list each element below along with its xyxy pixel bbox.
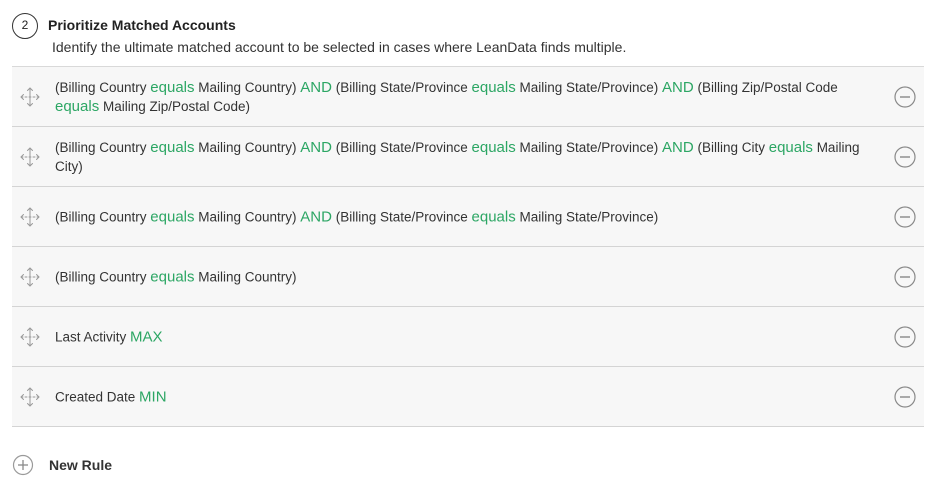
remove-rule-button[interactable] <box>894 145 916 168</box>
rule-field-text: Mailing Zip/Postal Code) <box>99 98 251 114</box>
rule-operator: equals <box>768 138 813 156</box>
rule-condition-text: (Billing Country equals Mailing Country) <box>55 267 875 286</box>
rule-row: (Billing Country equals Mailing Country)… <box>12 187 924 247</box>
remove-rule-button[interactable] <box>894 265 916 288</box>
section-header: 2 Prioritize Matched Accounts Identify t… <box>12 12 922 58</box>
minus-circle-icon <box>894 85 916 112</box>
minus-circle-icon <box>894 145 916 172</box>
plus-circle-icon <box>12 454 34 476</box>
rule-field-text: (Billing Country <box>55 209 151 224</box>
rules-list: (Billing Country equals Mailing Country)… <box>12 66 924 427</box>
rule-field-text: (Billing Country <box>55 269 151 284</box>
rule-operator: AND <box>300 138 332 156</box>
rule-field-text: Mailing Country) <box>194 79 301 95</box>
rule-row: Created Date MIN <box>12 367 924 427</box>
rule-field-text: Mailing Country) <box>194 139 301 155</box>
rule-operator: equals <box>150 78 195 96</box>
rule-field-text: (Billing State/Province <box>331 79 472 95</box>
rule-field-text: (Billing State/Province <box>331 209 472 224</box>
new-rule-label: New Rule <box>49 457 113 473</box>
rule-operator: equals <box>471 78 516 96</box>
move-arrows-icon[interactable] <box>18 205 42 229</box>
rule-operator: equals <box>150 138 195 156</box>
rule-field-text: Created Date <box>55 389 140 404</box>
new-rule-button[interactable]: New Rule <box>12 454 152 476</box>
move-arrows-icon[interactable] <box>18 145 42 169</box>
rule-condition-text: (Billing Country equals Mailing Country)… <box>55 207 875 226</box>
rule-row: (Billing Country equals Mailing Country) <box>12 247 924 307</box>
minus-circle-icon <box>894 385 916 412</box>
move-arrows-icon[interactable] <box>18 85 42 109</box>
move-arrows-icon[interactable] <box>18 385 42 409</box>
rule-field-text: Last Activity <box>55 329 131 344</box>
rule-field-text: (Billing Zip/Postal Code <box>693 79 838 95</box>
rule-operator: AND <box>662 78 694 96</box>
move-arrows-icon[interactable] <box>18 265 42 289</box>
rule-operator: MIN <box>139 388 167 405</box>
minus-circle-icon <box>894 265 916 292</box>
rule-row: (Billing Country equals Mailing Country)… <box>12 67 924 127</box>
rule-field-text: Mailing State/Province) <box>515 209 659 224</box>
step-number-badge: 2 <box>12 13 38 39</box>
rule-operator: equals <box>150 208 195 225</box>
rule-field-text: Mailing Country) <box>194 269 297 284</box>
rule-row: Last Activity MAX <box>12 307 924 367</box>
section-title: Prioritize Matched Accounts <box>48 17 236 33</box>
rule-field-text: Mailing State/Province) <box>515 79 663 95</box>
rule-field-text: (Billing State/Province <box>331 139 472 155</box>
rule-operator: MAX <box>130 328 163 345</box>
rule-operator: AND <box>300 208 332 225</box>
minus-circle-icon <box>894 205 916 232</box>
rule-field-text: (Billing City <box>693 139 769 155</box>
rule-operator: equals <box>471 138 516 156</box>
rule-operator: equals <box>55 97 100 115</box>
rule-condition-text: Created Date MIN <box>55 387 875 406</box>
section-subtitle: Identify the ultimate matched account to… <box>52 39 627 55</box>
rule-operator: AND <box>300 78 332 96</box>
remove-rule-button[interactable] <box>894 205 916 228</box>
remove-rule-button[interactable] <box>894 385 916 408</box>
rule-field-text: (Billing Country <box>55 79 151 95</box>
rule-condition-text: (Billing Country equals Mailing Country)… <box>55 78 875 116</box>
rule-field-text: Mailing Country) <box>194 209 301 224</box>
move-arrows-icon[interactable] <box>18 325 42 349</box>
rule-operator: equals <box>150 268 195 285</box>
rule-field-text: (Billing Country <box>55 139 151 155</box>
rule-operator: AND <box>662 138 694 156</box>
rule-operator: equals <box>471 208 516 225</box>
rule-condition-text: Last Activity MAX <box>55 327 875 346</box>
remove-rule-button[interactable] <box>894 325 916 348</box>
rule-field-text: Mailing State/Province) <box>515 139 663 155</box>
rule-condition-text: (Billing Country equals Mailing Country)… <box>55 138 875 176</box>
rule-row: (Billing Country equals Mailing Country)… <box>12 127 924 187</box>
minus-circle-icon <box>894 325 916 352</box>
remove-rule-button[interactable] <box>894 85 916 108</box>
